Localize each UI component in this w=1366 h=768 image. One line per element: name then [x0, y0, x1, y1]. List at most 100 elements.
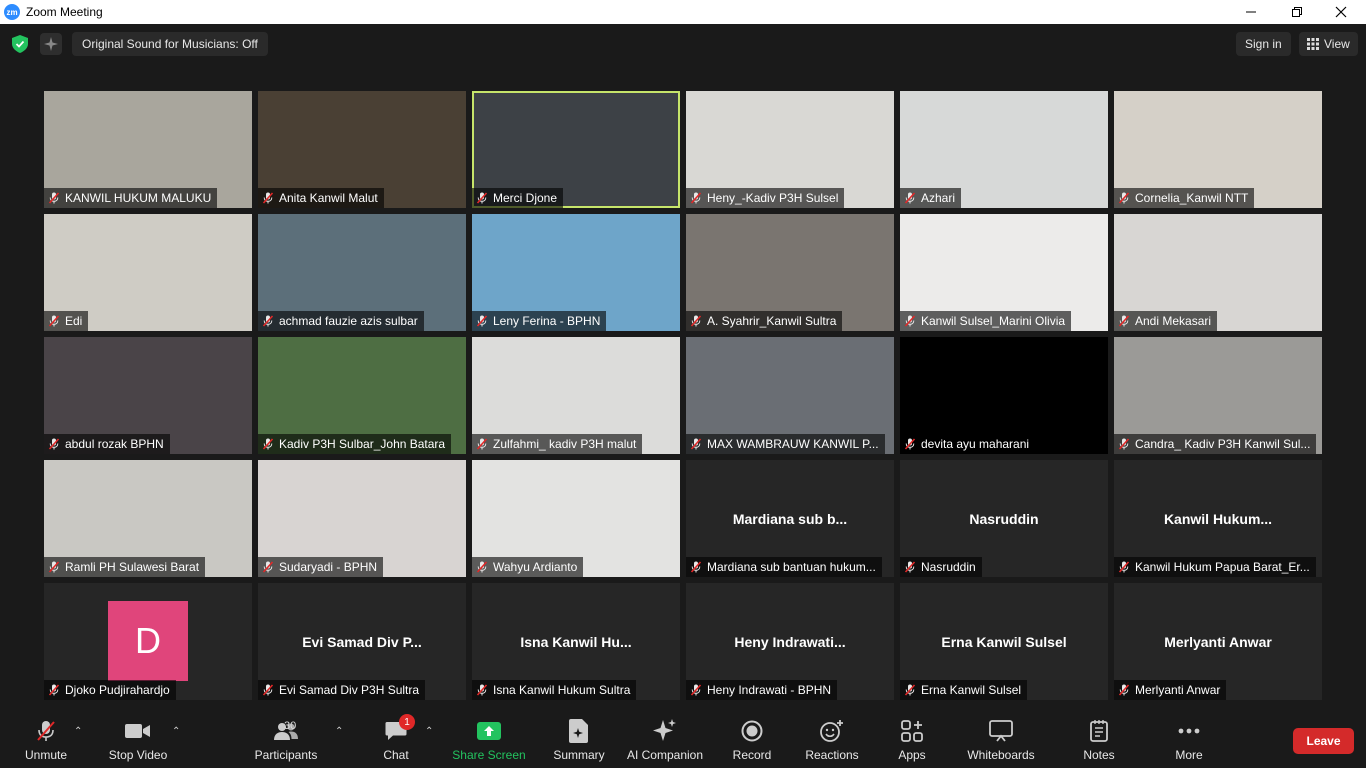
original-sound-toggle[interactable]: Original Sound for Musicians: Off — [72, 32, 268, 56]
participant-tile[interactable]: Erna Kanwil Sulsel Erna Kanwil Sulsel — [900, 583, 1108, 700]
notes-icon — [1090, 720, 1108, 742]
audio-options-chevron-icon[interactable]: ⌃ — [74, 726, 82, 737]
ai-sparkle-button[interactable] — [40, 33, 62, 55]
summary-document-icon — [569, 719, 588, 743]
more-label: More — [1175, 748, 1203, 762]
participant-name-label: Kadiv P3H Sulbar_John Batara — [258, 434, 452, 454]
participant-tile[interactable]: MAX WAMBRAUW KANWIL P... — [686, 337, 894, 454]
sign-in-button[interactable]: Sign in — [1236, 32, 1291, 56]
view-button[interactable]: View — [1299, 32, 1358, 56]
muted-mic-icon — [1118, 192, 1130, 204]
participant-name-label: Djoko Pudjirahardjo — [44, 680, 176, 700]
record-label: Record — [732, 748, 772, 762]
muted-mic-icon — [48, 438, 60, 450]
participant-name-text: Djoko Pudjirahardjo — [65, 683, 170, 697]
participants-options-chevron-icon[interactable]: ⌃ — [335, 726, 343, 737]
apps-icon — [901, 720, 923, 742]
participant-tile[interactable]: achmad fauzie azis sulbar — [258, 214, 466, 331]
close-icon — [1335, 6, 1347, 18]
leave-button[interactable]: Leave — [1293, 728, 1354, 754]
participant-tile[interactable]: Ramli PH Sulawesi Barat — [44, 460, 252, 577]
participant-tile[interactable]: Heny Indrawati... Heny Indrawati - BPHN — [686, 583, 894, 700]
participant-tile[interactable]: Kanwil Sulsel_Marini Olivia — [900, 214, 1108, 331]
participant-tile[interactable]: Evi Samad Div P... Evi Samad Div P3H Sult… — [258, 583, 466, 700]
participant-name-label: Heny Indrawati - BPHN — [686, 680, 838, 700]
participant-tile[interactable]: Nasruddin Nasruddin — [900, 460, 1108, 577]
apps-button[interactable]: Apps — [892, 718, 932, 766]
muted-mic-icon — [904, 315, 916, 327]
minimize-button[interactable] — [1228, 0, 1274, 24]
whiteboards-button[interactable]: Whiteboards — [964, 718, 1038, 766]
muted-mic-icon — [904, 192, 916, 204]
participant-name-label: Cornelia_Kanwil NTT — [1114, 188, 1255, 208]
participant-tile[interactable]: Kanwil Hukum... Kanwil Hukum Papua Barat_… — [1114, 460, 1322, 577]
participant-tile[interactable]: Edi — [44, 214, 252, 331]
participant-tile[interactable]: Candra_ Kadiv P3H Kanwil Sul... — [1114, 337, 1322, 454]
sparkle-icon — [44, 37, 58, 51]
muted-mic-icon — [476, 561, 488, 573]
muted-mic-icon — [37, 721, 55, 741]
record-button[interactable]: Record — [730, 718, 774, 766]
muted-mic-icon — [476, 192, 488, 204]
participant-name-text: Merlyanti Anwar — [1135, 683, 1221, 697]
participant-tile[interactable]: D Djoko Pudjirahardjo — [44, 583, 252, 700]
participant-name-label: Evi Samad Div P3H Sultra — [258, 680, 426, 700]
ai-companion-sparkle-icon — [653, 719, 676, 741]
participant-tile[interactable]: Anita Kanwil Malut — [258, 91, 466, 208]
chat-button[interactable]: 1 Chat — [376, 714, 416, 766]
participant-tile[interactable]: Merlyanti Anwar Merlyanti Anwar — [1114, 583, 1322, 700]
muted-mic-icon — [690, 561, 702, 573]
participant-tile[interactable]: devita ayu maharani — [900, 337, 1108, 454]
chat-options-chevron-icon[interactable]: ⌃ — [425, 726, 433, 737]
unmute-button[interactable]: Unmute — [22, 718, 70, 766]
participant-tile[interactable]: Merci Djone — [472, 91, 680, 208]
participant-tile[interactable]: Kadiv P3H Sulbar_John Batara — [258, 337, 466, 454]
participant-tile[interactable]: A. Syahrir_Kanwil Sultra — [686, 214, 894, 331]
muted-mic-icon — [690, 315, 702, 327]
muted-mic-icon — [476, 315, 488, 327]
participant-tile[interactable]: Azhari — [900, 91, 1108, 208]
participant-name-text: Isna Kanwil Hukum Sultra — [493, 683, 631, 697]
participant-tile[interactable]: Isna Kanwil Hu... Isna Kanwil Hukum Sultr… — [472, 583, 680, 700]
muted-mic-icon — [690, 684, 702, 696]
participant-tile[interactable]: abdul rozak BPHN — [44, 337, 252, 454]
security-shield-icon[interactable] — [12, 35, 28, 53]
participant-name-label: Ramli PH Sulawesi Barat — [44, 557, 206, 577]
participant-name-text: abdul rozak BPHN — [65, 437, 164, 451]
participant-name-label: achmad fauzie azis sulbar — [258, 311, 424, 331]
participant-tile[interactable]: Sudaryadi - BPHN — [258, 460, 466, 577]
participant-name-text: Sudaryadi - BPHN — [279, 560, 378, 574]
participant-tile[interactable]: Andi Mekasari — [1114, 214, 1322, 331]
participant-avatar: D — [108, 601, 188, 681]
muted-mic-icon — [48, 684, 60, 696]
notes-button[interactable]: Notes — [1078, 718, 1120, 766]
muted-mic-icon — [690, 438, 702, 450]
participant-tile[interactable]: Leny Ferina - BPHN — [472, 214, 680, 331]
summary-button[interactable]: Summary — [550, 718, 608, 766]
ai-companion-button[interactable]: AI Companion — [624, 718, 706, 766]
participant-tile[interactable]: Zulfahmi_ kadiv P3H malut — [472, 337, 680, 454]
participant-tile[interactable]: Wahyu Ardianto — [472, 460, 680, 577]
participant-tile[interactable]: Cornelia_Kanwil NTT — [1114, 91, 1322, 208]
video-options-chevron-icon[interactable]: ⌃ — [172, 726, 180, 737]
participant-tile[interactable]: Heny_-Kadiv P3H Sulsel — [686, 91, 894, 208]
participants-label: Participants — [254, 748, 318, 762]
participant-name-label: Azhari — [900, 188, 962, 208]
more-button[interactable]: More — [1168, 718, 1210, 766]
close-window-button[interactable] — [1318, 0, 1364, 24]
meeting-top-bar: Original Sound for Musicians: Off Sign i… — [0, 24, 1366, 64]
muted-mic-icon — [904, 438, 916, 450]
participant-name-label: Candra_ Kadiv P3H Kanwil Sul... — [1114, 434, 1317, 454]
participant-name-text: Azhari — [921, 191, 956, 205]
maximize-button[interactable] — [1274, 0, 1320, 24]
stop-video-button[interactable]: Stop Video — [106, 718, 170, 766]
share-screen-button[interactable]: Share Screen — [452, 718, 526, 766]
participant-name-text: Wahyu Ardianto — [493, 560, 578, 574]
participant-name-label: abdul rozak BPHN — [44, 434, 170, 454]
participant-name-text: Cornelia_Kanwil NTT — [1135, 191, 1249, 205]
reactions-button[interactable]: Reactions — [804, 718, 860, 766]
participant-display-name: Erna Kanwil Sulsel — [941, 633, 1067, 650]
participants-button[interactable]: 30 Participants — [252, 718, 320, 766]
participant-tile[interactable]: KANWIL HUKUM MALUKU — [44, 91, 252, 208]
participant-tile[interactable]: Mardiana sub b... Mardiana sub bantuan hu… — [686, 460, 894, 577]
